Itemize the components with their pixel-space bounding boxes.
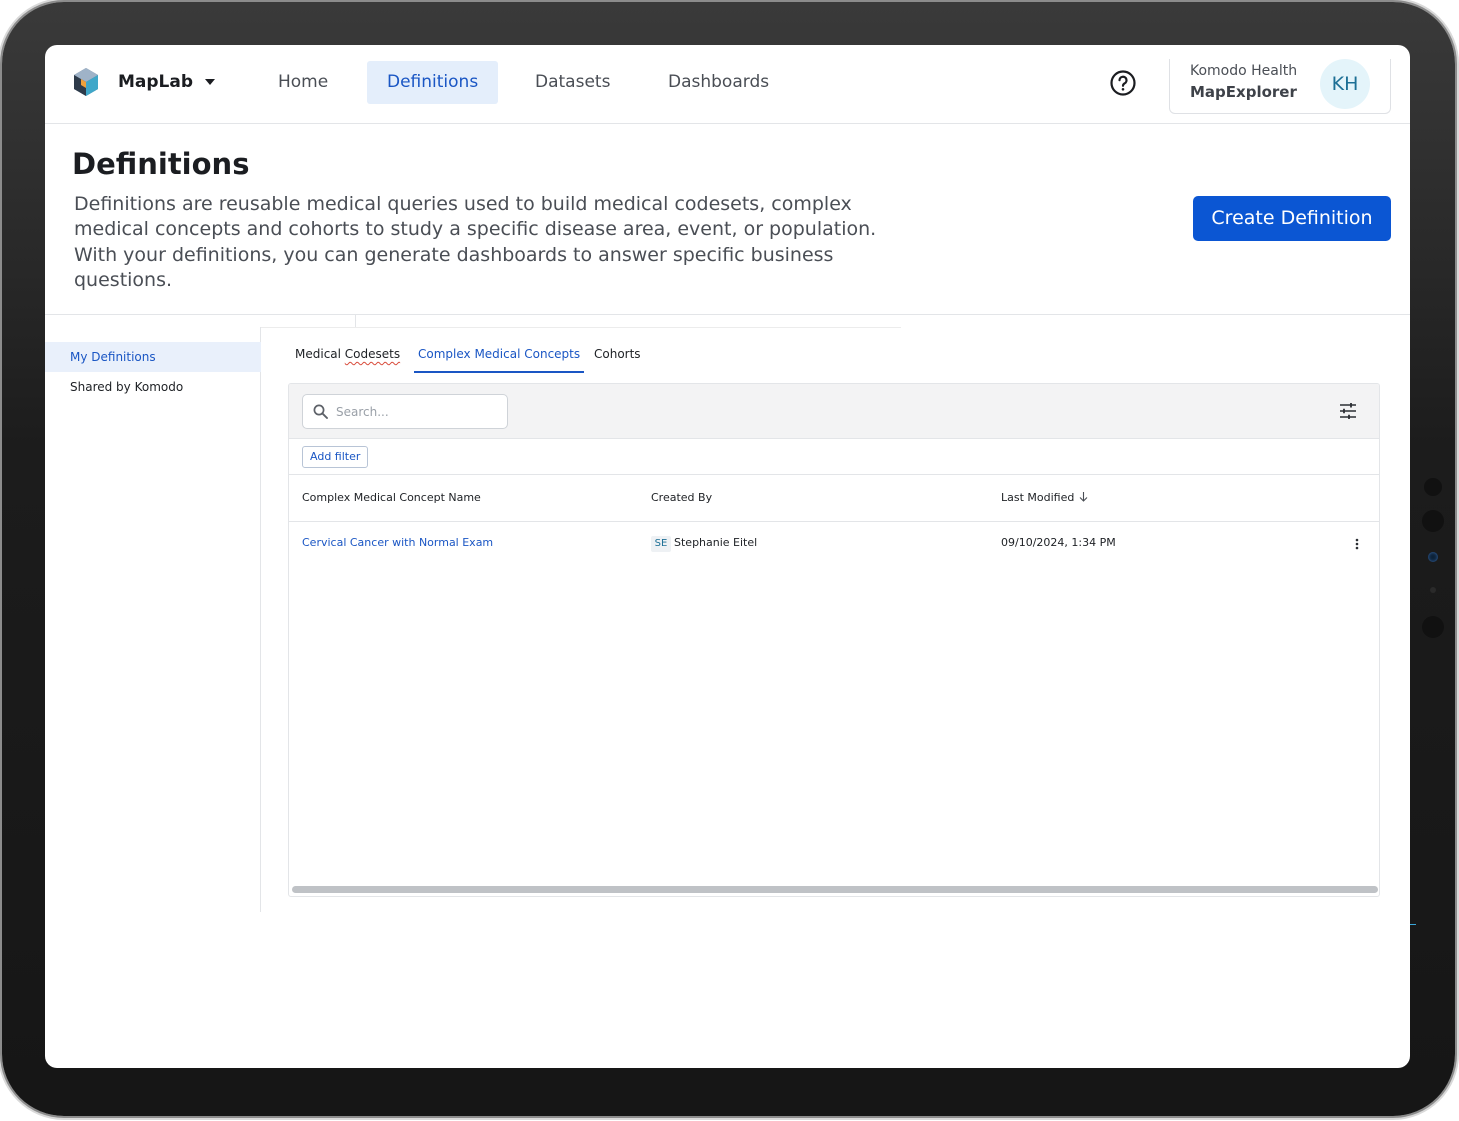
nav-home[interactable]: Home [258,61,348,104]
account-menu[interactable]: Komodo Health MapExplorer KH [1169,59,1391,114]
account-app: MapExplorer [1190,83,1297,101]
side-button [1422,510,1444,532]
caret-down-icon[interactable] [205,79,216,85]
divider [45,314,1410,315]
search-box[interactable] [302,394,508,429]
maplab-logo-icon [74,68,98,96]
column-header-last-modified[interactable]: Last Modified [1001,491,1088,504]
definitions-sidebar: My Definitions Shared by Komodo [45,327,261,912]
nav-definitions[interactable]: Definitions [367,61,499,104]
side-button [1422,616,1444,638]
side-button [1424,478,1442,496]
camera-lens [1428,552,1438,562]
tab-cohorts[interactable]: Cohorts [590,345,645,371]
tab-medical-codesets[interactable]: Medical Codesets [291,345,404,371]
sort-descending-icon[interactable] [1079,492,1088,502]
created-by-name: Stephanie Eitel [674,536,758,549]
nav-datasets[interactable]: Datasets [515,61,630,104]
top-nav: MapLab Home Definitions Datasets Dashboa… [45,45,1410,124]
divider [355,315,356,327]
help-icon[interactable] [1109,69,1137,97]
tab-complex-medical-concepts[interactable]: Complex Medical Concepts [414,345,585,373]
app-name: MapLab [118,72,194,92]
search-icon [313,404,328,419]
app-screen: MapLab Home Definitions Datasets Dashboa… [45,45,1410,1068]
page-description: Definitions are reusable medical queries… [74,193,877,291]
column-header-label: Last Modified [1001,491,1075,504]
created-by-cell: SE Stephanie Eitel [651,536,757,552]
add-filter-button[interactable]: Add filter [302,446,369,468]
filter-row: Add filter [289,440,1379,475]
table-row[interactable]: Cervical Cancer with Normal Exam SE Steph… [289,523,1379,565]
search-input[interactable] [336,402,496,422]
nav-dashboards[interactable]: Dashboards [648,61,789,104]
horizontal-scrollbar[interactable] [292,886,1378,893]
tab-label: Medical Codesets [295,347,401,361]
table-toolbar [289,384,1379,439]
user-initials-badge: SE [651,536,671,552]
column-settings-icon[interactable] [1339,403,1357,419]
account-org: Komodo Health [1190,63,1298,79]
column-header-name[interactable]: Complex Medical Concept Name [302,491,481,504]
sensor-dot [1430,587,1436,593]
concept-name-link[interactable]: Cervical Cancer with Normal Exam [302,536,493,549]
create-definition-button[interactable]: Create Definition [1193,196,1391,241]
row-actions-icon[interactable] [1355,538,1359,550]
definitions-table-panel: Add filter Complex Medical Concept Name … [288,383,1380,897]
avatar[interactable]: KH [1320,59,1370,109]
table-header: Complex Medical Concept Name Created By … [289,475,1379,522]
app-switcher[interactable]: MapLab [73,67,216,97]
page-title: Definitions [72,147,250,181]
divider [261,327,901,328]
sidebar-item-my-definitions[interactable]: My Definitions [45,342,261,372]
column-header-created-by[interactable]: Created By [651,491,712,504]
sidebar-item-shared-by-komodo[interactable]: Shared by Komodo [45,372,261,402]
spellcheck-word: Codesets [344,347,401,361]
last-modified-cell: 09/10/2024, 1:34 PM [1001,536,1116,549]
